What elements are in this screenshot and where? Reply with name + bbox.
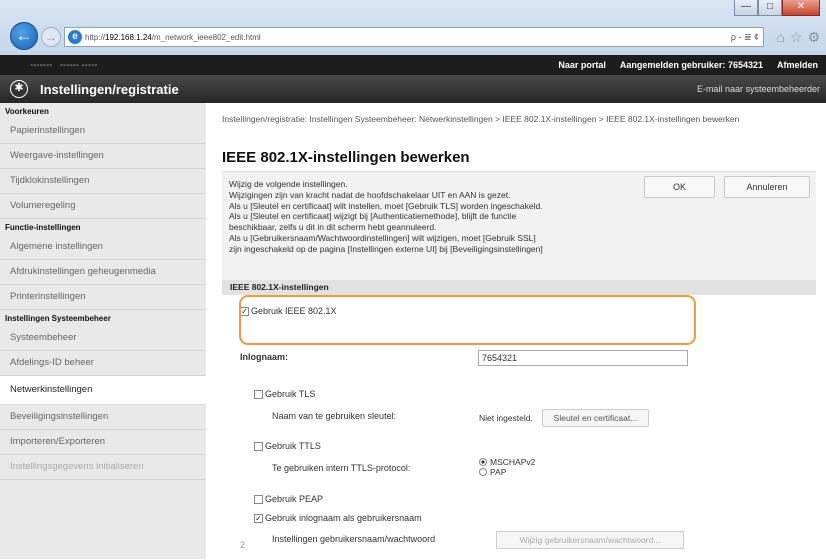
change-user-pw-button[interactable]: Wijzig gebruikersnaam/wachtwoord... [496,531,684,549]
use-tls-checkbox[interactable] [254,389,263,399]
browser-logo-icon: e [68,30,82,44]
settings-panel: Wijzig de volgende instellingen. Wijzigi… [222,171,816,560]
address-tools[interactable]: ρ - ≣ ¢ [731,32,763,43]
sidebar-item-initialize[interactable]: Instellingsgegevens initialiseren [0,455,206,480]
key-status: Niet ingesteld. [479,413,533,423]
instruction-line: Als u [Sleutel en certificaat] wilt inst… [229,200,543,211]
address-bar[interactable]: e http://192.168.1.24/m_network_ieee802_… [64,27,764,47]
use-ttls-label: Gebruik TTLS [265,441,321,451]
instructions: Wijzig de volgende instellingen. Wijzigi… [229,179,669,255]
portal-link[interactable]: Naar portal [558,60,606,70]
pap-radio[interactable] [479,468,487,476]
sidebar-item-printer[interactable]: Printerinstellingen [0,285,206,310]
instruction-line: Als u [Gebruikersnaam/Wachtwoordinstelli… [229,232,536,243]
use-ieee-row: ✓ Gebruik IEEE 802.1X [240,306,337,316]
top-bar: ▪▪▪▪▪▪▪ ▪▪▪▪▪▪ ▪▪▪▪▪ Naar portal Aangeme… [0,55,826,75]
sidebar-item-network[interactable]: Netwerkinstellingen [0,376,206,405]
section-title: IEEE 802.1X-instellingen [222,280,816,295]
key-name-label: Naam van te gebruiken sleutel: [272,411,397,421]
sidebar-item-system-management[interactable]: Systeembeheer [0,326,206,351]
forward-arrow-icon[interactable]: → [41,27,61,47]
logged-in-user: Aangemelden gebruiker: 7654321 [619,60,763,70]
sidebar-item-media-print[interactable]: Afdrukinstellingen geheugenmedia [0,260,206,285]
sidebar-item-department-id[interactable]: Afdelings-ID beheer [0,351,206,376]
sidebar-item-paper[interactable]: Papierinstellingen [0,119,206,144]
use-peap-row: Gebruik PEAP [254,494,323,504]
app-title: Instellingen/registratie [40,82,179,97]
breadcrumb: Instellingen/registratie: Instellingen S… [222,114,740,124]
use-tls-row: Gebruik TLS [254,389,315,399]
mschap-radio[interactable] [479,458,487,466]
login-name-input[interactable]: 7654321 [478,350,688,366]
use-login-as-user-checkbox[interactable]: ✓ [254,513,263,523]
favorites-star-icon[interactable]: ☆ [790,29,803,46]
user-pw-settings-label: Instellingen gebruikersnaam/wachtwoord [272,534,436,544]
gear-icon[interactable]: ⚙ [807,29,820,46]
use-ttls-row: Gebruik TTLS [254,441,321,451]
use-tls-label: Gebruik TLS [265,389,316,399]
ttls-protocol-label: Te gebruiken intern TTLS-protocol: [272,463,411,473]
sidebar-section-system: Instellingen Systeembeheer [5,314,111,323]
back-arrow-icon[interactable]: ← [10,22,38,50]
sidebar-item-general[interactable]: Algemene instellingen [0,235,206,260]
sidebar-item-volume[interactable]: Volumeregeling [0,194,206,219]
use-peap-checkbox[interactable] [254,494,263,504]
instruction-line: Wijzigingen zijn van kracht nadat de hoo… [229,189,511,200]
login-name-label: Inlognaam: [240,352,289,362]
maximize-button[interactable]: □ [758,0,782,16]
admin-email-link[interactable]: E-mail naar systeembeheerder [697,84,820,94]
pap-row: PAP [479,467,506,477]
mschap-row: MSCHAPv2 [479,457,535,467]
mschap-label: MSCHAPv2 [490,457,536,467]
use-peap-label: Gebruik PEAP [265,494,324,504]
sidebar-section-preferences: Voorkeuren [5,107,49,116]
settings-form: ✓ Gebruik IEEE 802.1X Inlognaam: 7654321… [222,295,816,560]
instruction-line: zijn ingeschakeld op de pagina [Instelli… [229,243,543,254]
window-controls: — □ ✕ [734,0,820,16]
address-url[interactable]: http://192.168.1.24/m_network_ieee802_ed… [85,33,731,42]
use-ieee-checkbox[interactable]: ✓ [240,306,249,316]
app-header: ✱ Instellingen/registratie E-mail naar s… [0,75,826,103]
logout-link[interactable]: Afmelden [777,60,818,70]
instruction-line: beschikbaar, zelfs u dit in dit scherm h… [229,222,437,233]
cancel-button[interactable]: Annuleren [724,176,810,198]
sidebar-item-display[interactable]: Weergave-instellingen [0,144,206,169]
sidebar-item-import-export[interactable]: Importeren/Exporteren [0,430,206,455]
settings-icon: ✱ [10,80,28,98]
pap-label: PAP [490,467,507,477]
page-title: IEEE 802.1X-instellingen bewerken [222,149,470,166]
browser-toolbar: ⌂ ☆ ⚙ [776,29,820,46]
use-ttls-checkbox[interactable] [254,441,263,451]
key-certificate-button[interactable]: Sleutel en certificaat... [542,409,649,427]
instruction-line: Als u [Sleutel en certificaat] wijzigt b… [229,211,517,222]
home-icon[interactable]: ⌂ [776,29,784,46]
use-login-as-user-label: Gebruik inlognaam als gebruikersnaam [265,513,422,523]
sidebar: Voorkeuren Papierinstellingen Weergave-i… [0,103,206,559]
browser-chrome: — □ ✕ ← → e http://192.168.1.24/m_networ… [0,0,826,55]
page-number: 2 [240,540,246,550]
use-ieee-label: Gebruik IEEE 802.1X [251,306,337,316]
sidebar-section-functions: Functie-instellingen [5,223,81,232]
sidebar-item-timer[interactable]: Tijdklokinstellingen [0,169,206,194]
close-window-button[interactable]: ✕ [782,0,820,16]
minimize-button[interactable]: — [734,0,758,16]
ok-button[interactable]: OK [644,176,715,198]
sidebar-item-security[interactable]: Beveiligingsinstellingen [0,405,206,430]
instruction-line: Wijzig de volgende instellingen. [229,179,348,189]
main-content: Instellingen/registratie: Instellingen S… [206,103,826,560]
device-name-blurred: ▪▪▪▪▪▪▪ ▪▪▪▪▪▪ ▪▪▪▪▪ [30,60,98,70]
use-login-as-user-row: ✓ Gebruik inlognaam als gebruikersnaam [254,513,422,523]
